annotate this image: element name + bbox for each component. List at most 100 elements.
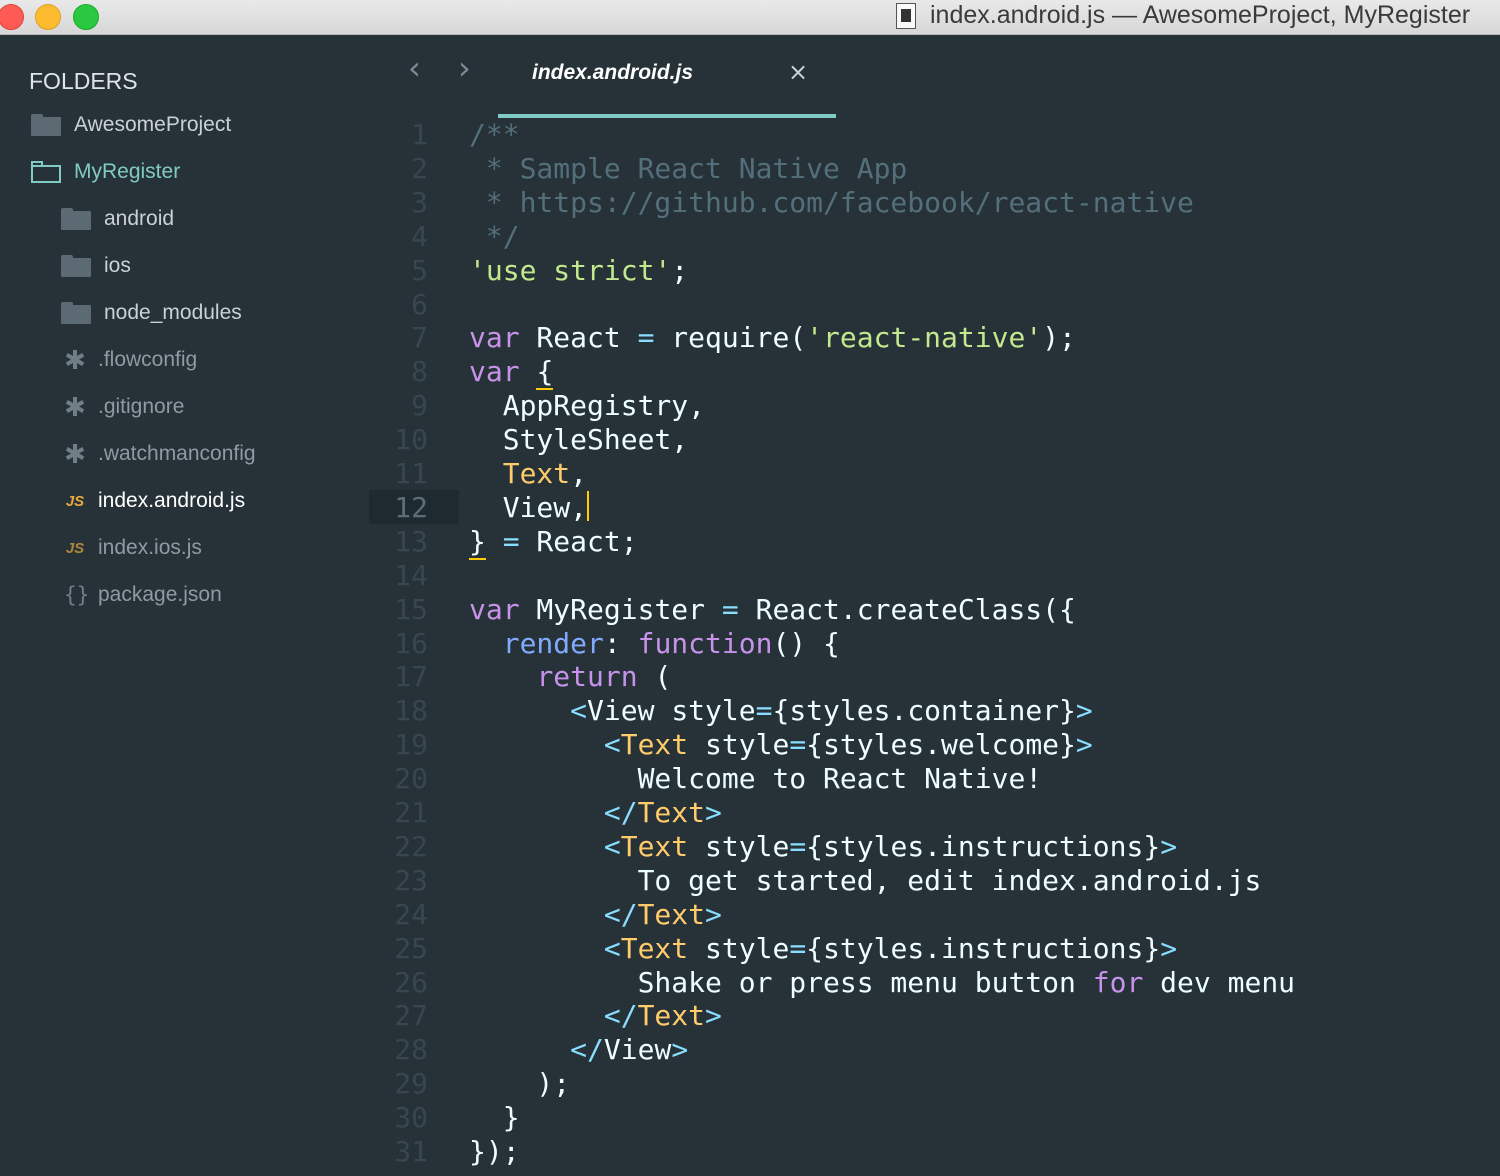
window-title: index.android.js — AwesomeProject, MyReg… bbox=[930, 1, 1471, 29]
code-line[interactable]: 22 <Text style={styles.instructions}> bbox=[368, 830, 1500, 864]
code-line[interactable]: 8 var { bbox=[368, 355, 1500, 391]
code-token: To get started, edit index.android.js bbox=[469, 863, 1262, 897]
code-token: : bbox=[603, 626, 638, 660]
tab-label: index.android.js bbox=[532, 61, 694, 84]
code-token: < bbox=[603, 829, 621, 863]
code-text: var MyRegister = React.createClass({ bbox=[469, 593, 1076, 627]
sidebar-file-watchmanconfig[interactable]: ✱ .watchmanconfig bbox=[64, 437, 256, 471]
code-text: </Text> bbox=[469, 796, 722, 830]
code-token: * Sample React Native App bbox=[469, 151, 908, 185]
code-line[interactable]: 17 return ( bbox=[368, 660, 1500, 694]
code-line[interactable]: 10 StyleSheet, bbox=[368, 423, 1500, 457]
code-line[interactable]: 16 render: function() { bbox=[368, 627, 1500, 661]
code-text: } = React; bbox=[469, 524, 638, 560]
code-token: } bbox=[469, 1101, 520, 1135]
code-line[interactable]: 1 /** bbox=[368, 118, 1500, 152]
code-line[interactable]: 23 To get started, edit index.android.js bbox=[368, 864, 1500, 898]
code-token: < bbox=[603, 728, 621, 762]
sidebar-folder-android[interactable]: android bbox=[61, 202, 174, 236]
code-token: View, bbox=[469, 490, 588, 524]
code-line[interactable]: 9 AppRegistry, bbox=[368, 389, 1500, 423]
code-token: 'react-native' bbox=[806, 321, 1043, 355]
code-line[interactable]: 24 </Text> bbox=[368, 898, 1500, 932]
code-token: View bbox=[587, 694, 672, 728]
code-line[interactable]: 6 bbox=[368, 288, 1500, 322]
code-text: StyleSheet, bbox=[469, 423, 688, 457]
code-line[interactable]: 4 */ bbox=[368, 220, 1500, 254]
line-number: 13 bbox=[394, 524, 428, 558]
document-proxy-icon[interactable] bbox=[896, 3, 916, 29]
code-text: */ bbox=[469, 220, 520, 254]
code-token: > bbox=[1075, 728, 1093, 762]
code-text: 'use strict'; bbox=[469, 254, 688, 288]
code-token: > bbox=[671, 1033, 689, 1067]
code-token: {styles.instructions} bbox=[806, 829, 1161, 863]
line-number: 11 bbox=[394, 457, 428, 490]
code-line[interactable]: 27 </Text> bbox=[368, 999, 1500, 1033]
close-window-button[interactable] bbox=[0, 4, 24, 30]
code-line[interactable]: 29 ); bbox=[368, 1067, 1500, 1101]
code-token: MyRegister bbox=[519, 592, 722, 626]
sidebar-file-index-ios-js[interactable]: JS index.ios.js bbox=[64, 531, 202, 565]
code-line[interactable]: 20 Welcome to React Native! bbox=[368, 762, 1500, 796]
code-line[interactable]: 13 } = React; bbox=[368, 524, 1500, 560]
code-line[interactable]: 7 var React = require('react-native'); bbox=[368, 321, 1500, 355]
sidebar-file-package-json[interactable]: {} package.json bbox=[64, 578, 222, 612]
code-text: AppRegistry, bbox=[469, 389, 705, 423]
code-token: </ bbox=[603, 897, 638, 931]
tab-index-android-js[interactable]: index.android.js × bbox=[498, 44, 836, 120]
code-line[interactable]: 25 <Text style={styles.instructions}> bbox=[368, 932, 1500, 966]
code-token: Shake or press menu button bbox=[469, 965, 1093, 999]
code-line[interactable]: 19 <Text style={styles.welcome}> bbox=[368, 728, 1500, 762]
code-token: ; bbox=[671, 253, 689, 287]
folders-heading: FOLDERS bbox=[29, 68, 138, 94]
code-line[interactable]: 2 * Sample React Native App bbox=[368, 152, 1500, 186]
line-number: 24 bbox=[394, 897, 428, 931]
sidebar-folder-node-modules[interactable]: node_modules bbox=[61, 296, 242, 330]
code-token: var bbox=[469, 355, 520, 389]
code-line[interactable]: 15 var MyRegister = React.createClass({ bbox=[368, 593, 1500, 627]
line-number: 2 bbox=[411, 151, 428, 185]
code-text: <Text style={styles.instructions}> bbox=[469, 830, 1177, 864]
code-line[interactable]: 14 bbox=[368, 559, 1500, 593]
code-line[interactable]: 5 'use strict'; bbox=[368, 254, 1500, 288]
nav-forward-button[interactable]: › bbox=[458, 50, 471, 86]
code-text: </View> bbox=[469, 1033, 688, 1067]
sidebar-folder-awesomeproject[interactable]: AwesomeProject bbox=[31, 108, 231, 142]
sidebar-file-flowconfig[interactable]: ✱ .flowconfig bbox=[64, 343, 197, 377]
line-number: 18 bbox=[394, 694, 428, 728]
zoom-window-button[interactable] bbox=[73, 4, 99, 30]
code-token: ( bbox=[637, 660, 672, 694]
code-line[interactable]: 26 Shake or press menu button for dev me… bbox=[368, 966, 1500, 1000]
code-token: = bbox=[789, 931, 807, 965]
code-line[interactable]: 12 View, bbox=[368, 490, 1500, 525]
sidebar-file-index-android-js[interactable]: JS index.android.js bbox=[64, 484, 245, 518]
line-number: 10 bbox=[394, 423, 428, 457]
code-line[interactable]: 31}); bbox=[368, 1135, 1500, 1169]
code-token: for bbox=[1092, 965, 1144, 999]
code-text: }); bbox=[469, 1135, 520, 1169]
nav-back-button[interactable]: ‹ bbox=[408, 50, 421, 86]
code-line[interactable]: 18 <View style={styles.container}> bbox=[368, 694, 1500, 728]
code-line[interactable]: 3 * https://github.com/facebook/react-na… bbox=[368, 186, 1500, 220]
code-line[interactable]: 21 </Text> bbox=[368, 796, 1500, 830]
code-token: dev menu bbox=[1143, 965, 1296, 999]
code-token: style bbox=[688, 931, 790, 965]
tab-close-icon[interactable]: × bbox=[788, 58, 808, 86]
sidebar-folder-myregister[interactable]: MyRegister bbox=[31, 155, 180, 189]
sidebar-file-gitignore[interactable]: ✱ .gitignore bbox=[64, 390, 184, 424]
title-bar: index.android.js — AwesomeProject, MyReg… bbox=[0, 0, 1500, 35]
line-number: 12 bbox=[394, 490, 428, 524]
code-line[interactable]: 28 </View> bbox=[368, 1033, 1500, 1067]
minimize-window-button[interactable] bbox=[35, 4, 61, 30]
code-token: React bbox=[519, 321, 638, 355]
sidebar-item-label: android bbox=[104, 207, 175, 230]
line-number: 15 bbox=[394, 592, 428, 626]
sidebar-folder-ios[interactable]: ios bbox=[61, 249, 131, 283]
code-editor[interactable]: 1/** 2 * Sample React Native App 3 * https… bbox=[368, 118, 1500, 1176]
json-file-icon: {} bbox=[64, 583, 90, 607]
code-line[interactable]: 30 } bbox=[368, 1101, 1500, 1135]
code-token: = bbox=[637, 321, 655, 355]
code-line[interactable]: 11 Text, bbox=[368, 457, 1500, 491]
